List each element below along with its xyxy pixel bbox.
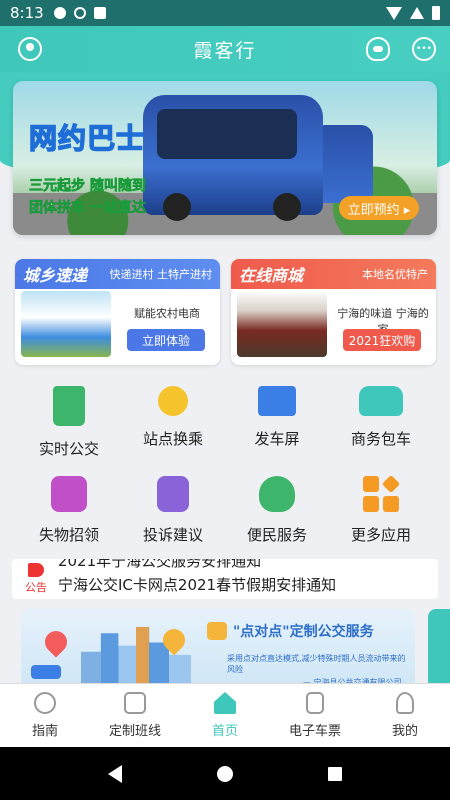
- grid-label: 实时公交: [38, 440, 99, 458]
- monitor-icon: [258, 386, 296, 416]
- grid-label: 商务包车: [350, 430, 411, 448]
- pin-a-icon: [40, 626, 72, 658]
- grid-label: 站点换乘: [142, 430, 203, 448]
- announcement-previous-text: 2021年宁海公交服务安排通知: [58, 559, 262, 570]
- coupon-icon: [207, 622, 227, 640]
- grid-label: 便民服务: [246, 526, 307, 544]
- user-icon[interactable]: [18, 37, 42, 61]
- megaphone-icon: [28, 563, 44, 577]
- sd-card-icon: [93, 7, 106, 19]
- temple-photo: [237, 291, 327, 357]
- app-header: 霞客行 •••: [0, 26, 450, 72]
- card-subtitle: 本地名优特产: [362, 268, 428, 281]
- bus-illustration: [143, 95, 323, 221]
- bus-stop-icon: [53, 386, 85, 426]
- back-icon[interactable]: [107, 764, 122, 783]
- promo-title: "点对点"定制公交服务: [233, 624, 374, 640]
- banner-line-2: 团体拼车 一站直达: [29, 200, 146, 217]
- grid-item-departure-screen[interactable]: 发车屏: [221, 380, 333, 460]
- express-bus-photo: [21, 291, 111, 357]
- tab-label: 首页: [211, 724, 238, 739]
- apps-grid-icon: [363, 474, 401, 512]
- grid-item-public-service[interactable]: 便民服务: [221, 470, 333, 550]
- banner-title: 网约巴士: [28, 121, 146, 156]
- grid-item-transfer[interactable]: 站点换乘: [117, 380, 229, 460]
- profile-icon: [396, 692, 414, 714]
- chat-icon[interactable]: •••: [412, 37, 436, 61]
- transfer-sign-icon: [158, 386, 188, 416]
- grid-item-charter[interactable]: 商务包车: [325, 380, 437, 460]
- grid-item-more-apps[interactable]: 更多应用: [325, 470, 437, 550]
- card-rural-express[interactable]: 城乡速递 快递进村 土特产进村 赋能农村电商 立即体验: [15, 259, 220, 365]
- banner-line-1: 三元起步 随叫随到: [29, 178, 146, 195]
- grid-label: 发车屏: [254, 430, 300, 448]
- bottom-tab-bar: 指南 定制班线 首页 电子车票 我的: [0, 683, 450, 747]
- tab-e-ticket[interactable]: 电子车票: [270, 684, 360, 747]
- grid-item-lost-found[interactable]: 失物招领: [13, 470, 125, 550]
- card-description: 赋能农村电商: [134, 307, 200, 320]
- status-bar: 8:13: [0, 0, 450, 26]
- tab-label: 指南: [31, 724, 58, 739]
- grid-label: 失物招领: [38, 526, 99, 544]
- app-title: 霞客行: [193, 39, 257, 62]
- ticket-icon: [306, 692, 324, 714]
- recent-apps-icon[interactable]: [328, 766, 343, 781]
- custom-bus-promo[interactable]: "点对点"定制公交服务 采用点对点直达模式,减少特殊时期人员流动带来的风险 — …: [21, 609, 415, 689]
- tab-label: 电子车票: [288, 724, 341, 739]
- compass-icon: [34, 692, 56, 714]
- announcement-badge: 公告: [22, 562, 50, 596]
- cell-signal-icon: [410, 7, 424, 19]
- card-online-mall[interactable]: 在线商城 本地名优特产 宁海的味道 宁海的家 2021狂欢购: [231, 259, 436, 365]
- announcement-bar[interactable]: 公告 2021年宁海公交服务安排通知 宁海公交IC卡网点2021春节假期安排通知: [12, 559, 438, 599]
- home-circle-icon[interactable]: [216, 765, 233, 782]
- tab-label: 我的: [391, 724, 418, 739]
- next-promo-peek[interactable]: [428, 609, 450, 689]
- signal-off-icon: [73, 7, 86, 19]
- announcement-badge-label: 公告: [25, 581, 47, 594]
- promo-description: 采用点对点直达模式,减少特殊时期人员流动带来的风险: [227, 654, 406, 674]
- grid-label: 更多应用: [350, 526, 411, 544]
- edit-document-icon: [157, 476, 189, 512]
- heart-service-icon: [259, 476, 295, 512]
- van-icon: [359, 386, 403, 416]
- tab-home[interactable]: 首页: [180, 684, 270, 747]
- card-title: 在线商城: [239, 266, 304, 285]
- home-icon: [214, 692, 236, 714]
- lost-found-icon: [51, 476, 87, 512]
- battery-icon: [432, 6, 440, 20]
- bus-icon: [124, 692, 146, 714]
- grid-item-complaints[interactable]: 投诉建议: [117, 470, 229, 550]
- announcement-text[interactable]: 宁海公交IC卡网点2021春节假期安排通知: [58, 574, 336, 595]
- shopping-festival-button[interactable]: 2021狂欢购: [343, 329, 421, 351]
- card-subtitle: 快递进村 土特产进村: [109, 268, 213, 281]
- wifi-icon: [386, 6, 402, 20]
- tab-label: 定制班线: [108, 724, 161, 739]
- mini-bus-icon: [31, 665, 61, 679]
- grid-item-realtime-bus[interactable]: 实时公交: [13, 380, 125, 460]
- tab-custom-routes[interactable]: 定制班线: [90, 684, 180, 747]
- system-nav-bar: [0, 747, 450, 800]
- tab-guide[interactable]: 指南: [0, 684, 90, 747]
- book-now-button[interactable]: 立即预约 ▸: [339, 196, 419, 220]
- shield-status-icon: [53, 7, 66, 19]
- status-time: 8:13: [10, 4, 44, 22]
- headset-icon[interactable]: [366, 37, 390, 61]
- try-now-button[interactable]: 立即体验: [127, 329, 205, 351]
- tab-profile[interactable]: 我的: [360, 684, 450, 747]
- grid-label: 投诉建议: [142, 526, 203, 544]
- promo-banner[interactable]: 网约巴士 三元起步 随叫随到 团体拼车 一站直达 立即预约 ▸: [13, 81, 437, 235]
- card-title: 城乡速递: [23, 266, 88, 285]
